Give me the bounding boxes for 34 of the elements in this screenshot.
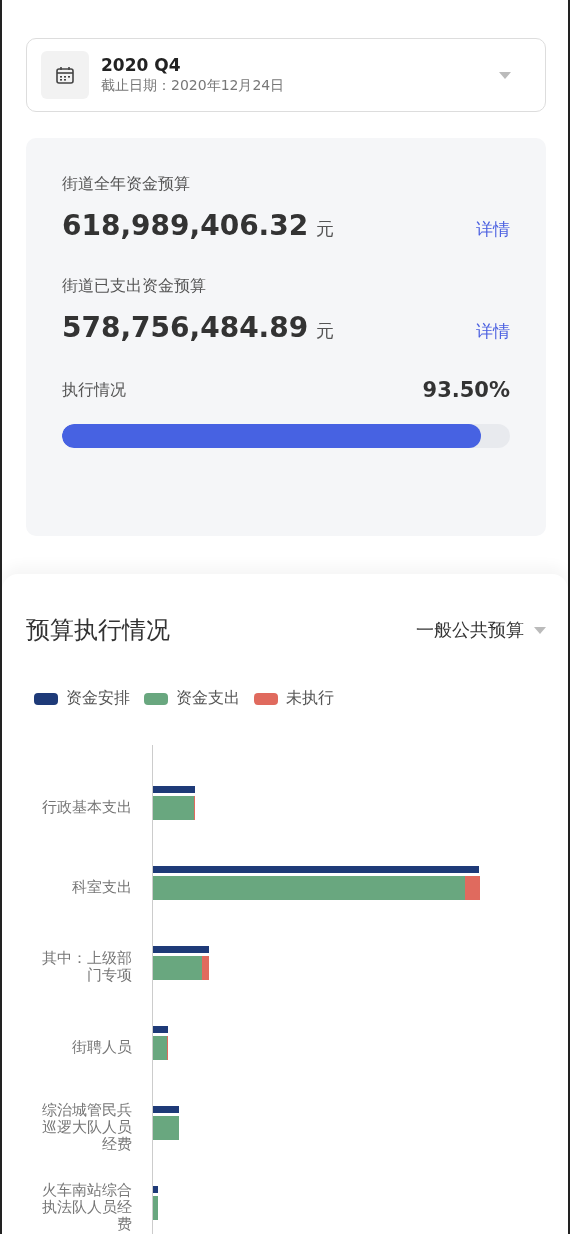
caret-icon bbox=[499, 71, 511, 79]
currency-unit: 元 bbox=[316, 217, 336, 241]
section-title: 预算执行情况 bbox=[26, 615, 170, 646]
calendar-icon bbox=[41, 51, 89, 99]
plan-bar bbox=[152, 946, 209, 953]
cutoff-date: 截止日期：2020年12月24日 bbox=[101, 77, 286, 95]
budget-label: 街道全年资金预算 bbox=[62, 174, 191, 195]
currency-unit: 元 bbox=[316, 319, 336, 343]
plan-bar bbox=[152, 1026, 168, 1033]
spent-bar bbox=[152, 796, 195, 820]
category-label: 火车南站综合执法队人员经费 bbox=[41, 1181, 132, 1233]
category-label: 科室支出 bbox=[71, 878, 132, 896]
legend-label: 资金安排 bbox=[66, 688, 130, 709]
category-label: 街聘人员 bbox=[71, 1038, 132, 1056]
category-label: 其中：上级部门专项 bbox=[41, 950, 132, 984]
details-link[interactable]: 详情 bbox=[476, 320, 510, 343]
budget-amount: 578,756,484.89 bbox=[62, 311, 309, 344]
legend-label: 未执行 bbox=[286, 688, 334, 709]
budget-label: 街道已支出资金预算 bbox=[62, 276, 207, 297]
spent-bar bbox=[152, 1116, 179, 1140]
category-label: 综治城管民兵巡逻大队人员经费 bbox=[41, 1101, 132, 1153]
period-selector[interactable]: 2020 Q4 截止日期：2020年12月24日 bbox=[26, 38, 546, 112]
spent-bar bbox=[152, 956, 209, 980]
progress-reading: 93.50% bbox=[422, 378, 510, 402]
details-link[interactable]: 详情 bbox=[476, 218, 510, 241]
category-label: 行政基本支出 bbox=[41, 798, 132, 816]
budget-amount: 618,989,406.32 bbox=[62, 209, 309, 242]
period-title: 2020 Q4 bbox=[101, 55, 182, 75]
legend-label: 资金支出 bbox=[176, 688, 240, 709]
plan-bar bbox=[152, 786, 195, 793]
progress-label: 执行情况 bbox=[62, 379, 126, 401]
plan-bar bbox=[152, 1106, 179, 1113]
caret-icon bbox=[534, 626, 546, 634]
budget-type-dropdown[interactable]: 一般公共预算 bbox=[416, 618, 546, 642]
